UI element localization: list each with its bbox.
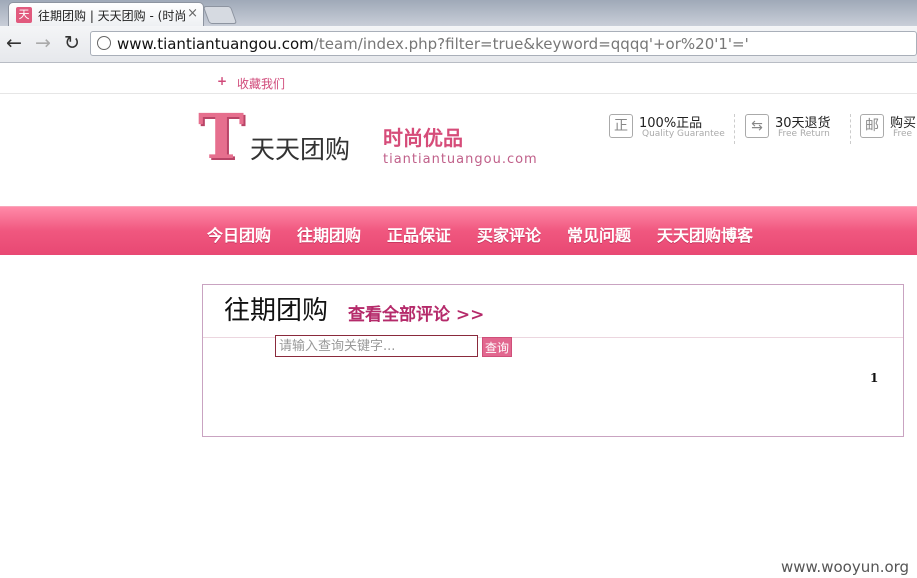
favorites-bar: + 收藏我们 [0, 63, 917, 94]
pagination-page[interactable]: 1 [870, 371, 878, 385]
divider [734, 114, 735, 144]
nav-item-authenticity[interactable]: 正品保证 [387, 222, 451, 246]
nav-item-faq[interactable]: 常见问题 [567, 222, 631, 246]
postage-icon: 邮 [860, 114, 884, 138]
url-text[interactable]: www.tiantiantuangou.com/team/index.php?f… [117, 35, 749, 53]
back-arrow-icon[interactable]: ← [6, 32, 22, 54]
past-deals-panel: 往期团购 查看全部评论 >> 查询 1 [202, 284, 904, 437]
site-domain-text: tiantiantuangou.com [383, 152, 538, 167]
tab-favicon-icon: 天 [16, 7, 32, 23]
quality-icon: 正 [609, 114, 633, 138]
page-title: 往期团购 [224, 296, 329, 326]
site-header: T 天天团购 时尚优品 tiantiantuangou.com 正 100%正品… [0, 94, 917, 206]
forward-arrow-icon[interactable]: → [35, 32, 51, 54]
url-path: /team/index.php?filter=true&keyword=qqqq… [313, 35, 749, 53]
divider [850, 114, 851, 144]
return-arrows-icon: ⇆ [745, 114, 769, 138]
search-button[interactable]: 查询 [482, 337, 512, 357]
new-tab-button[interactable] [202, 6, 238, 24]
site-slogan: 时尚优品 [383, 126, 463, 150]
search-input[interactable] [275, 335, 478, 357]
globe-icon [97, 36, 111, 50]
promise-subtitle: Free Return [778, 129, 830, 139]
promise-subtitle: Quality Guarantee [642, 129, 725, 139]
logo-name: 天天团购 [250, 135, 351, 164]
promise-subtitle: Free [893, 129, 913, 139]
reload-icon[interactable]: ↻ [64, 32, 80, 54]
browser-toolbar: ← → ↻ www.tiantiantuangou.com/team/index… [0, 26, 917, 63]
nav-item-blog[interactable]: 天天团购博客 [657, 222, 753, 246]
nav-item-today-deals[interactable]: 今日团购 [207, 222, 271, 246]
logo-t-icon: T [198, 100, 245, 173]
address-bar[interactable]: www.tiantiantuangou.com/team/index.php?f… [90, 31, 917, 56]
site-logo[interactable]: T 天天团购 [198, 106, 368, 176]
browser-tab-bar: 天 往期团购 | 天天团购 - (时尚 × [0, 0, 917, 26]
url-host: www.tiantiantuangou.com [117, 35, 314, 53]
tab-title: 往期团购 | 天天团购 - (时尚 [38, 9, 187, 23]
bookmark-us-link[interactable]: 收藏我们 [237, 75, 285, 92]
browser-tab[interactable]: 天 往期团购 | 天天团购 - (时尚 × [8, 2, 204, 26]
main-nav: 今日团购 往期团购 正品保证 买家评论 常见问题 天天团购博客 [0, 206, 917, 255]
nav-item-past-deals[interactable]: 往期团购 [297, 222, 361, 246]
all-reviews-link[interactable]: 查看全部评论 >> [348, 300, 484, 325]
plus-icon: + [217, 74, 228, 88]
watermark: www.wooyun.org [781, 558, 910, 576]
panel-header: 往期团购 查看全部评论 >> [203, 285, 903, 338]
nav-item-reviews[interactable]: 买家评论 [477, 222, 541, 246]
tab-close-icon[interactable]: × [187, 6, 198, 21]
